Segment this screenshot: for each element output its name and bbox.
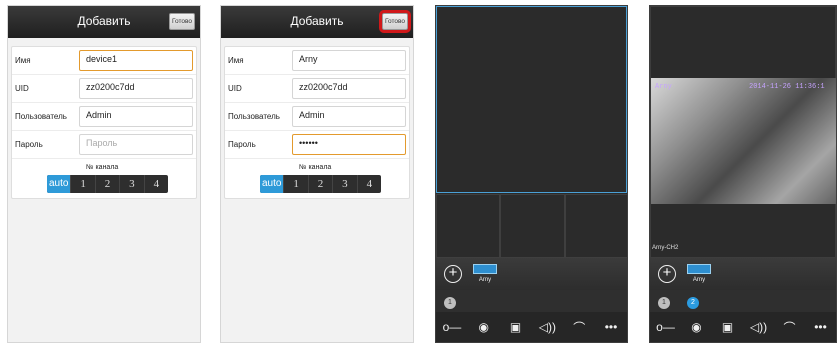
name-label: Имя (15, 56, 31, 65)
camera-icon[interactable]: ◉ (687, 320, 707, 334)
channel-3[interactable]: 3 (119, 175, 143, 193)
more-icon[interactable]: ••• (601, 320, 621, 334)
name-row: Имя device1 (12, 47, 196, 75)
name-field[interactable]: device1 (79, 50, 193, 71)
channel-2[interactable]: 2 (307, 175, 332, 193)
channel-selector: auto 1 2 3 4 (260, 175, 381, 193)
name-row: Имя Arny (225, 47, 409, 75)
camera-icon[interactable] (473, 264, 497, 274)
speaker-icon[interactable]: ◁)) (537, 320, 557, 334)
name-field[interactable]: Arny (292, 50, 406, 71)
phone-icon[interactable]: ⌒ (569, 319, 589, 336)
channel-3[interactable]: 3 (332, 175, 356, 193)
key-icon[interactable]: o— (442, 320, 462, 334)
user-field[interactable]: Admin (79, 106, 193, 127)
video-pane-2[interactable] (436, 194, 500, 258)
channel-4[interactable]: 4 (143, 175, 168, 193)
done-button[interactable]: Готово (169, 13, 195, 30)
add-device-screen-2: Добавить Готово Имя Arny UID zz0200c7dd … (220, 5, 414, 343)
user-row: Пользователь Admin (225, 103, 409, 131)
channel-1[interactable]: 1 (283, 175, 307, 193)
uid-row: UID zz0200c7dd (12, 75, 196, 103)
uid-field[interactable]: zz0200c7dd (79, 78, 193, 99)
video-pane-3[interactable] (500, 194, 565, 258)
speaker-icon[interactable]: ◁)) (749, 320, 769, 334)
password-row: Пароль Пароль (12, 131, 196, 159)
channel-dot-1[interactable]: 1 (658, 297, 670, 309)
channel-label: № канала (86, 164, 119, 171)
navigation-bar: Добавить Готово (8, 6, 200, 38)
video-icon[interactable]: ▣ (718, 320, 738, 334)
video-icon[interactable]: ▣ (506, 320, 526, 334)
channel-bar: 1 2 (650, 290, 836, 314)
bottom-toolbar: o— ◉ ▣ ◁)) ⌒ ••• (436, 312, 627, 342)
channel-4[interactable]: 4 (356, 175, 381, 193)
channel-bar: 1 (436, 290, 627, 314)
camera-icon[interactable]: ◉ (474, 320, 494, 334)
user-field[interactable]: Admin (292, 106, 406, 127)
camera-icon[interactable] (687, 264, 711, 274)
done-button-highlighted[interactable]: Готово (379, 10, 411, 33)
channel-auto[interactable]: auto (47, 175, 71, 193)
name-label: Имя (228, 56, 244, 65)
bottom-toolbar: o— ◉ ▣ ◁)) ⌒ ••• (650, 312, 836, 342)
user-label: Пользователь (15, 112, 67, 121)
add-device-button[interactable]: + (444, 265, 462, 283)
user-row: Пользователь Admin (12, 103, 196, 131)
camera-name: Arny (692, 277, 706, 283)
phone-icon[interactable]: ⌒ (780, 319, 800, 336)
channel-selector: auto 1 2 3 4 (47, 175, 168, 193)
device-bar: + Arny (436, 258, 627, 290)
uid-field[interactable]: zz0200c7dd (292, 78, 406, 99)
password-field[interactable]: •••••• (292, 134, 406, 155)
channel-1[interactable]: 1 (70, 175, 94, 193)
video-stream-image[interactable]: Arny 2014-11-26 11:36:1 (651, 78, 836, 204)
uid-label: UID (228, 84, 242, 93)
channel-dot-2[interactable]: 2 (687, 297, 699, 309)
more-icon[interactable]: ••• (811, 320, 831, 334)
user-label: Пользователь (228, 112, 280, 121)
password-field[interactable]: Пароль (79, 134, 193, 155)
channel-label: № канала (299, 164, 332, 171)
live-view-screen-empty: + Arny 1 o— ◉ ▣ ◁)) ⌒ ••• (435, 5, 628, 343)
password-label: Пароль (15, 140, 43, 149)
device-form: Имя device1 UID zz0200c7dd Пользователь … (11, 46, 197, 199)
add-device-button[interactable]: + (658, 265, 676, 283)
password-label: Пароль (228, 140, 256, 149)
osd-timestamp: 2014-11-26 11:36:1 (749, 83, 825, 91)
video-caption: Arny-CH2 (652, 245, 679, 251)
uid-label: UID (15, 84, 29, 93)
password-row: Пароль •••••• (225, 131, 409, 159)
channel-dot-1[interactable]: 1 (444, 297, 456, 309)
channel-2[interactable]: 2 (94, 175, 119, 193)
camera-name: Arny (478, 277, 492, 283)
device-form: Имя Arny UID zz0200c7dd Пользователь Adm… (224, 46, 410, 199)
add-device-screen-1: Добавить Готово Имя device1 UID zz0200c7… (7, 5, 201, 343)
live-view-screen-active: Arny 2014-11-26 11:36:1 Arny-CH2 + Arny … (649, 5, 837, 343)
video-pane-4[interactable] (565, 194, 627, 258)
device-bar: + Arny (650, 258, 836, 290)
main-video-pane[interactable] (436, 6, 627, 193)
uid-row: UID zz0200c7dd (225, 75, 409, 103)
navigation-bar: Добавить Готово (221, 6, 413, 38)
channel-auto[interactable]: auto (260, 175, 284, 193)
osd-name: Arny (655, 83, 672, 91)
key-icon[interactable]: o— (656, 320, 676, 334)
